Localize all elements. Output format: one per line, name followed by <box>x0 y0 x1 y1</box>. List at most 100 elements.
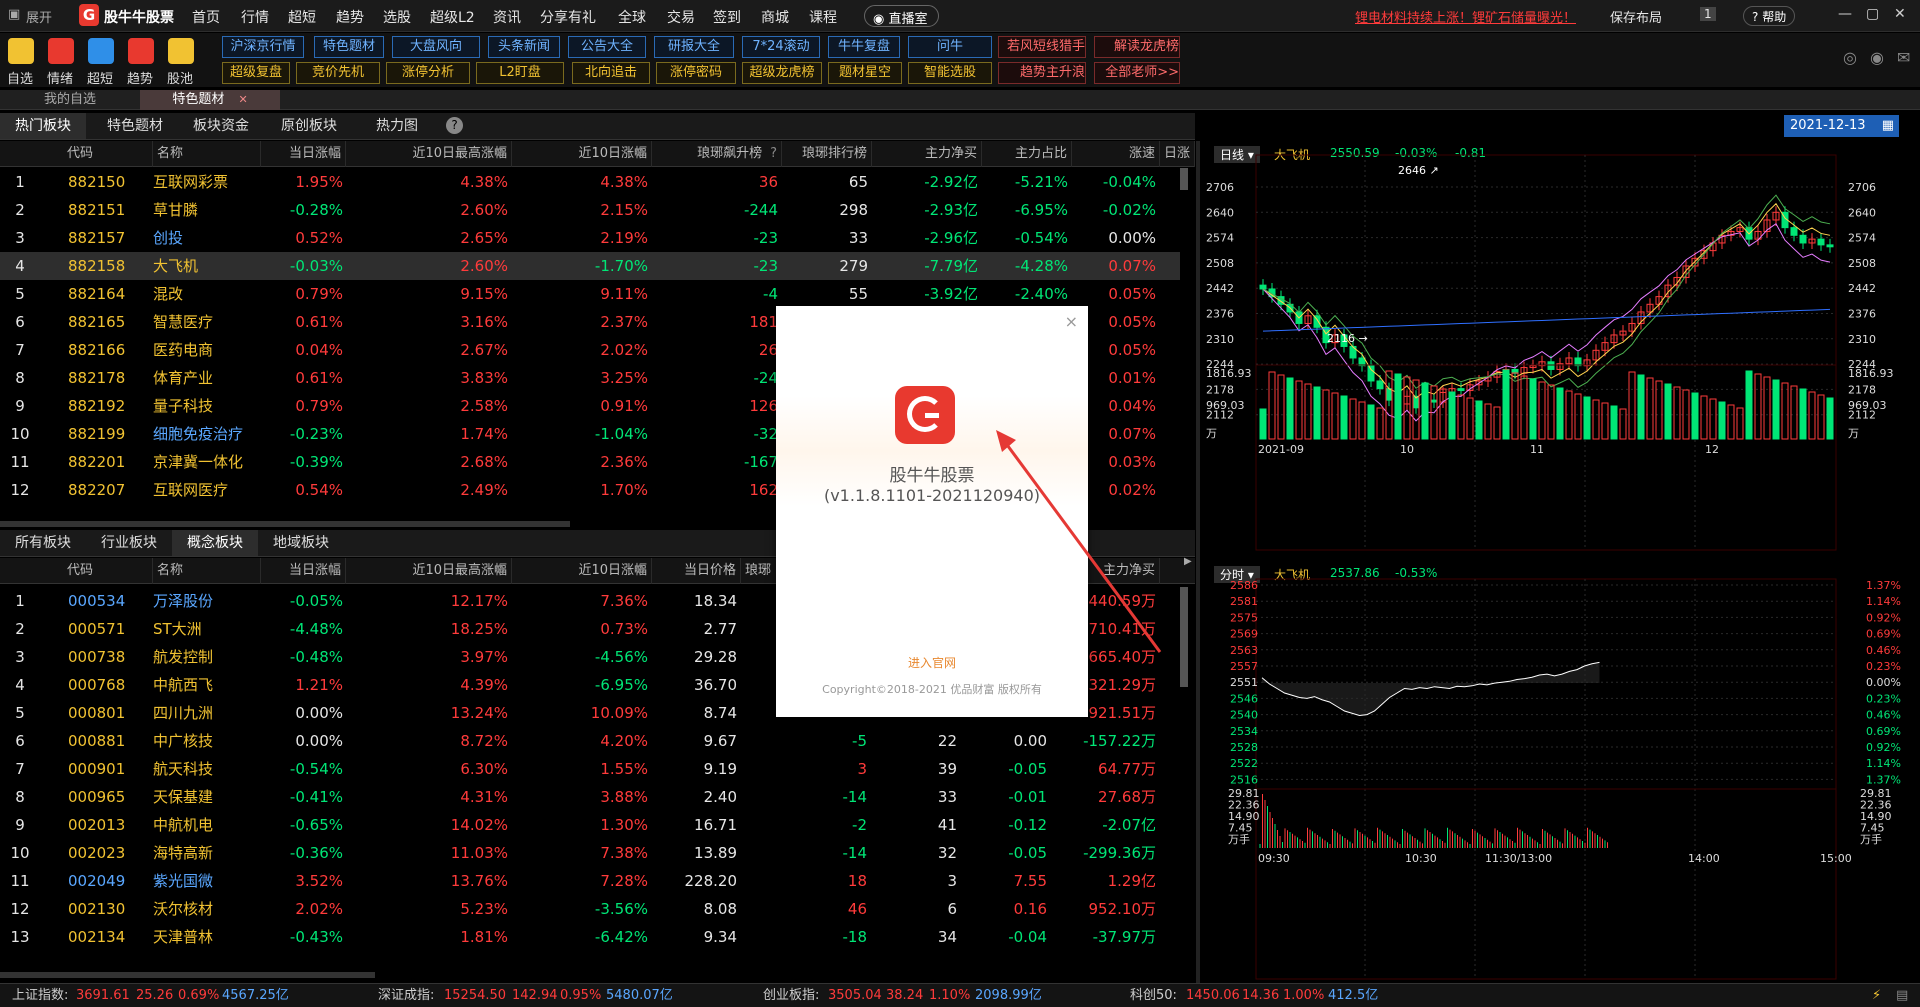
tab-feature-topics[interactable]: 特色题材 ✕ <box>140 90 280 110</box>
tag-row2-10[interactable]: 全部老师>> <box>1094 62 1180 84</box>
bottom-tab-3[interactable]: 地域板块 <box>258 530 344 556</box>
expand-button[interactable]: 展开 <box>26 7 52 26</box>
plus-icon[interactable] <box>8 38 34 64</box>
top-col-header-3[interactable]: 近10日最高涨幅 ⚙ <box>346 141 512 167</box>
bottom-table-row[interactable]: 7 000901 航天科技 -0.54% 6.30% 1.55% 9.19 3 39 -0.05 6… <box>0 755 1180 783</box>
bottom-tab-0[interactable]: 所有板块 <box>0 530 86 556</box>
tag-row1-3[interactable]: 头条新闻 <box>488 36 560 58</box>
help-circle-icon[interactable]: ? <box>446 117 463 134</box>
tag-row1-5[interactable]: 研报大全 <box>654 36 734 58</box>
tag-row1-9[interactable]: 若风短线猎手 <box>998 36 1086 58</box>
menu-item-12[interactable]: 课程 <box>809 7 837 27</box>
collapse-arrow-icon[interactable]: ▶ <box>1184 556 1194 570</box>
bottom-table-row[interactable]: 8 000965 天保基建 -0.41% 4.31% 3.88% 2.40 -14 33 -0.0… <box>0 783 1180 811</box>
top-table-vscroll[interactable] <box>1180 168 1188 190</box>
chart-icon[interactable] <box>168 38 194 64</box>
bottom-col-header-4[interactable]: 近10日涨幅 ⚙ <box>512 558 652 584</box>
bottom-table-row[interactable]: 13 002134 天津普林 -0.43% 1.81% -6.42% 9.34 -18 34 -0… <box>0 923 1180 951</box>
settings-icon[interactable]: ▤ <box>1896 984 1908 1007</box>
robot-icon[interactable]: ◎ <box>1843 48 1857 67</box>
gear-icon[interactable]: ⚙ <box>494 141 506 167</box>
bottom-table-row[interactable]: 6 000881 中广核技 0.00% 8.72% 4.20% 9.67 -5 22 0.00 -1… <box>0 727 1180 755</box>
kline-chart[interactable]: 日线 ▾ 大飞机 2550.59 -0.03% -0.81 2706 2706 26… <box>1200 141 1920 554</box>
menu-item-2[interactable]: 超短 <box>288 7 316 27</box>
top-tab-4[interactable]: 热力图 <box>354 113 440 139</box>
tag-row1-7[interactable]: 牛牛复盘 <box>828 36 900 58</box>
menu-item-7[interactable]: 分享有礼 <box>540 7 596 27</box>
live-room-button[interactable]: ◉ 直播室 <box>864 5 939 27</box>
top-col-header-8[interactable]: 主力占比 <box>982 141 1072 167</box>
menu-item-8[interactable]: 全球 <box>618 7 646 27</box>
tag-row2-8[interactable]: 智能选股 <box>908 62 992 84</box>
menu-item-4[interactable]: 选股 <box>383 7 411 27</box>
notification-badge[interactable]: 1 <box>1700 7 1716 21</box>
tag-row2-7[interactable]: 题材星空 <box>828 62 902 84</box>
tag-row1-6[interactable]: 7*24滚动 <box>742 36 820 58</box>
bottom-table-hscroll[interactable] <box>0 972 375 978</box>
expand-icon[interactable]: ▣ <box>8 7 20 22</box>
gear-icon[interactable]: ⚙ <box>634 141 646 167</box>
bottom-table-row[interactable]: 11 002049 紫光国微 3.52% 13.76% 7.28% 228.20 18 3 7.5… <box>0 867 1180 895</box>
top-tab-0[interactable]: 热门板块 <box>0 113 86 139</box>
tag-row1-0[interactable]: 沪深京行情 <box>222 36 304 58</box>
folder-icon[interactable] <box>88 38 114 64</box>
save-layout-button[interactable]: 保存布局 <box>1610 7 1662 26</box>
top-col-header-6[interactable]: 琅琊排行榜 <box>782 141 872 167</box>
top-tab-3[interactable]: 原创板块 <box>266 113 352 139</box>
tag-row2-1[interactable]: 竞价先机 <box>296 62 380 84</box>
bottom-table-row[interactable]: 10 002023 海特高新 -0.36% 11.03% 7.38% 13.89 -14 32 -… <box>0 839 1180 867</box>
top-col-header-7[interactable]: 主力净买 <box>872 141 982 167</box>
cy-index-label[interactable]: 创业板指: <box>763 984 819 1007</box>
menu-item-6[interactable]: 资讯 <box>493 7 521 27</box>
top-col-header-4[interactable]: 近10日涨幅 ⚙ <box>512 141 652 167</box>
help-button[interactable]: ? 帮助 <box>1743 6 1796 26</box>
tag-row1-4[interactable]: 公告大全 <box>568 36 646 58</box>
top-table-row[interactable]: 1 882150 互联网彩票 1.95% 4.38% 4.38% 36 65 -2.92亿 -5.… <box>0 168 1180 196</box>
lightning-icon[interactable]: ⚡ <box>1872 984 1881 1007</box>
toolbar-label-3[interactable]: 趋势 <box>127 68 153 87</box>
menu-item-0[interactable]: 首页 <box>192 7 220 27</box>
top-col-header-10[interactable]: 日涨 <box>1160 141 1195 167</box>
bottom-tab-2[interactable]: 概念板块 <box>172 530 258 556</box>
sz-index-label[interactable]: 深证成指: <box>378 984 434 1007</box>
menu-item-11[interactable]: 商城 <box>761 7 789 27</box>
toolbar-label-4[interactable]: 股池 <box>167 68 193 87</box>
tag-row2-9[interactable]: 趋势主升浪 <box>998 62 1086 84</box>
news-ticker[interactable]: 锂电材料持续上涨！锂矿石储量曝光！ <box>1355 7 1576 26</box>
tab-my-watchlist[interactable]: 我的自选 <box>10 90 130 110</box>
close-tab-icon[interactable]: ✕ <box>238 93 247 106</box>
menu-item-3[interactable]: 趋势 <box>336 7 364 27</box>
tag-row1-2[interactable]: 大盘风向 <box>392 36 480 58</box>
tag-row2-4[interactable]: 北向追击 <box>572 62 650 84</box>
top-table-row[interactable]: 5 882164 混改 0.79% 9.15% 9.11% -4 55 -3.92亿 -2.40%… <box>0 280 1180 308</box>
gear-icon[interactable]: ⚙ <box>634 558 646 584</box>
tag-row1-8[interactable]: 问牛 <box>908 36 992 58</box>
top-table-row[interactable]: 3 882157 创投 0.52% 2.65% 2.19% -23 33 -2.96亿 -0.54… <box>0 224 1180 252</box>
close-icon[interactable]: ✕ <box>1894 6 1906 22</box>
toolbar-label-0[interactable]: 自选 <box>7 68 33 87</box>
tag-row2-3[interactable]: L2盯盘 <box>476 62 564 84</box>
help-circle-icon[interactable]: ? <box>770 146 777 161</box>
top-col-header-9[interactable]: 涨速 <box>1072 141 1160 167</box>
top-table-hscroll[interactable] <box>0 521 570 527</box>
kc-index-label[interactable]: 科创50: <box>1130 984 1177 1007</box>
tag-row1-1[interactable]: 特色题材 <box>314 36 384 58</box>
bottom-col-header-2[interactable]: 当日涨幅 <box>263 558 346 584</box>
restore-icon[interactable]: ▢ <box>1866 6 1879 22</box>
date-picker[interactable]: 2021-12-13 ▦ <box>1784 115 1899 137</box>
intraday-chart[interactable]: 分时 ▾ 大飞机 2537.86 -0.53% 2586 1.37% 2581 1.1… <box>1200 561 1920 982</box>
tag-row2-5[interactable]: 涨停密码 <box>656 62 736 84</box>
menu-item-9[interactable]: 交易 <box>667 7 695 27</box>
bottom-tab-1[interactable]: 行业板块 <box>86 530 172 556</box>
top-col-header-0[interactable]: 代码 <box>63 141 153 167</box>
tag-row2-0[interactable]: 超级复盘 <box>222 62 290 84</box>
bottom-col-header-5[interactable]: 当日价格 <box>652 558 741 584</box>
tag-row2-6[interactable]: 超级龙虎榜 <box>742 62 822 84</box>
top-col-header-2[interactable]: 当日涨幅 <box>263 141 346 167</box>
top-tab-1[interactable]: 特色题材 <box>92 113 178 139</box>
bottom-table-row[interactable]: 9 002013 中航机电 -0.65% 14.02% 1.30% 16.71 -2 41 -0.… <box>0 811 1180 839</box>
top-col-header-1[interactable]: 名称 <box>153 141 261 167</box>
gear-icon[interactable]: ⚙ <box>494 558 506 584</box>
bottom-table-vscroll[interactable] <box>1180 587 1188 687</box>
menu-item-1[interactable]: 行情 <box>241 7 269 27</box>
